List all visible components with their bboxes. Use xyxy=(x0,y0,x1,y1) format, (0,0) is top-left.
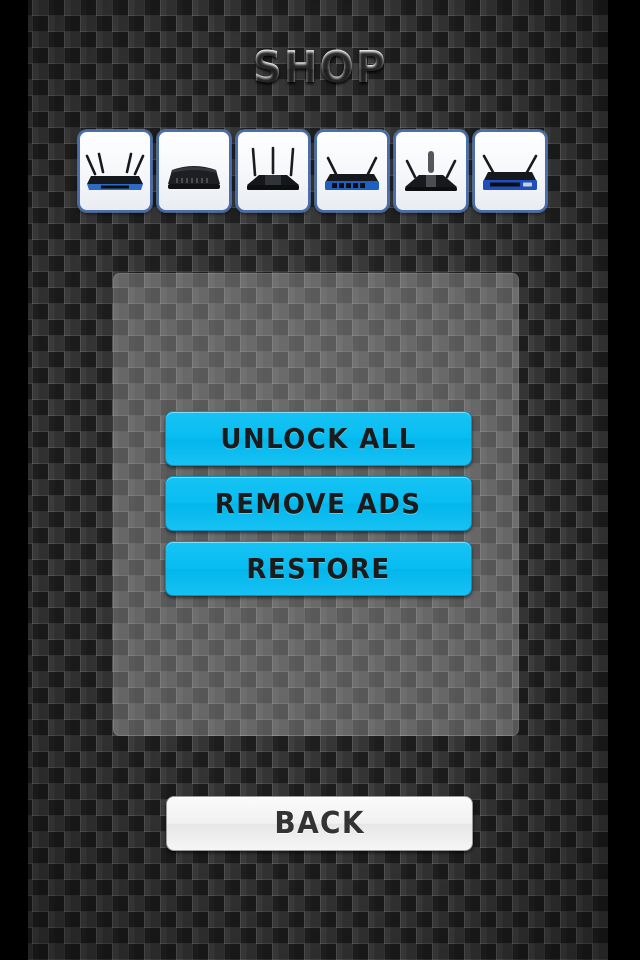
router-black-dome-icon xyxy=(168,166,220,189)
router-blue-ports-icon xyxy=(325,156,379,190)
router-thumbnail-black-three-antenna[interactable] xyxy=(236,130,310,212)
letterbox-bar-left xyxy=(0,0,28,960)
purchase-actions: UNLOCK ALL REMOVE ADS RESTORE xyxy=(165,411,472,596)
router-blue-classic-icon xyxy=(482,154,538,190)
letterbox-bar-right xyxy=(608,0,640,960)
router-thumbnail-blue-classic-wrt[interactable] xyxy=(473,130,547,212)
page-title: SHOP xyxy=(26,46,615,90)
shop-screen: SHOP UNLOCK ALL REMOVE ADS RESTORE BACK xyxy=(0,0,640,960)
unlock-all-button[interactable]: UNLOCK ALL xyxy=(165,411,472,466)
back-button[interactable]: BACK xyxy=(166,796,473,851)
router-thumbnail-black-three-tall[interactable] xyxy=(394,130,468,212)
back-button-label: BACK xyxy=(274,806,365,841)
restore-button[interactable]: RESTORE xyxy=(165,541,472,596)
router-blue-four-antenna-icon xyxy=(85,152,145,190)
remove-ads-label: REMOVE ADS xyxy=(215,487,422,520)
restore-label: RESTORE xyxy=(246,552,391,585)
router-thumbnail-blue-four-antenna[interactable] xyxy=(78,130,152,212)
router-thumbnail-black-no-antenna[interactable] xyxy=(157,130,231,212)
router-black-angular-icon xyxy=(247,146,299,190)
router-black-wide-icon xyxy=(405,151,457,191)
router-thumbnail-blue-two-antenna[interactable] xyxy=(315,130,389,212)
router-thumbnail-strip xyxy=(78,130,560,212)
unlock-all-label: UNLOCK ALL xyxy=(220,422,417,455)
remove-ads-button[interactable]: REMOVE ADS xyxy=(165,476,472,531)
